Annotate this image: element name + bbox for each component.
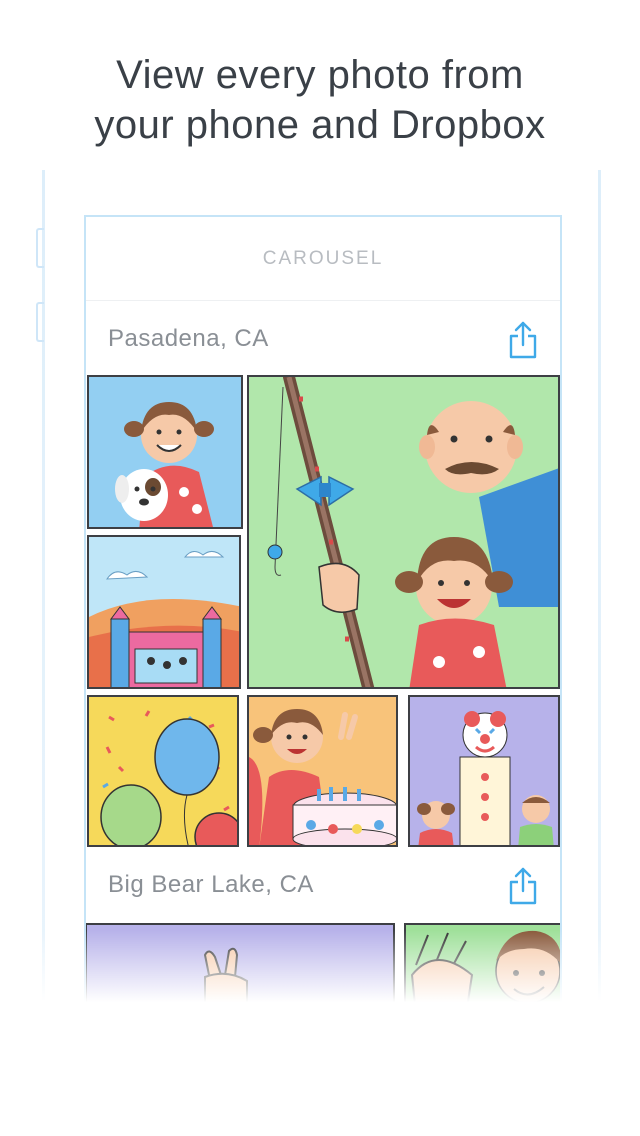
photo-girl-with-dog[interactable] — [87, 375, 243, 529]
share-icon[interactable] — [508, 867, 538, 905]
section-location: Big Bear Lake, CA — [108, 871, 314, 898]
share-icon[interactable] — [508, 321, 538, 359]
photo-balloons[interactable] — [87, 695, 239, 847]
app-title: CAROUSEL — [86, 217, 560, 301]
headline-line-1: View every photo from — [116, 53, 524, 97]
section-location: Pasadena, CA — [108, 325, 269, 352]
photo-bounce-house[interactable] — [87, 535, 241, 689]
phone-volume-up-button — [36, 228, 44, 268]
phone-outline-right — [598, 170, 601, 1000]
phone-volume-down-button — [36, 302, 44, 342]
bottom-fade-overlay — [0, 930, 640, 1136]
headline: View every photo from your phone and Dro… — [0, 50, 640, 150]
section-header-big-bear-lake: Big Bear Lake, CA — [86, 849, 560, 921]
photo-grandpa-fishing[interactable] — [247, 375, 560, 689]
phone-screen: CAROUSEL Pasadena, CA Big Bear Lake, CA — [84, 215, 562, 1015]
phone-outline-left — [42, 170, 45, 1000]
headline-line-2: your phone and Dropbox — [94, 103, 546, 147]
photo-clown[interactable] — [408, 695, 560, 847]
photo-birthday-cake[interactable] — [247, 695, 398, 847]
section-header-pasadena: Pasadena, CA — [86, 303, 560, 375]
